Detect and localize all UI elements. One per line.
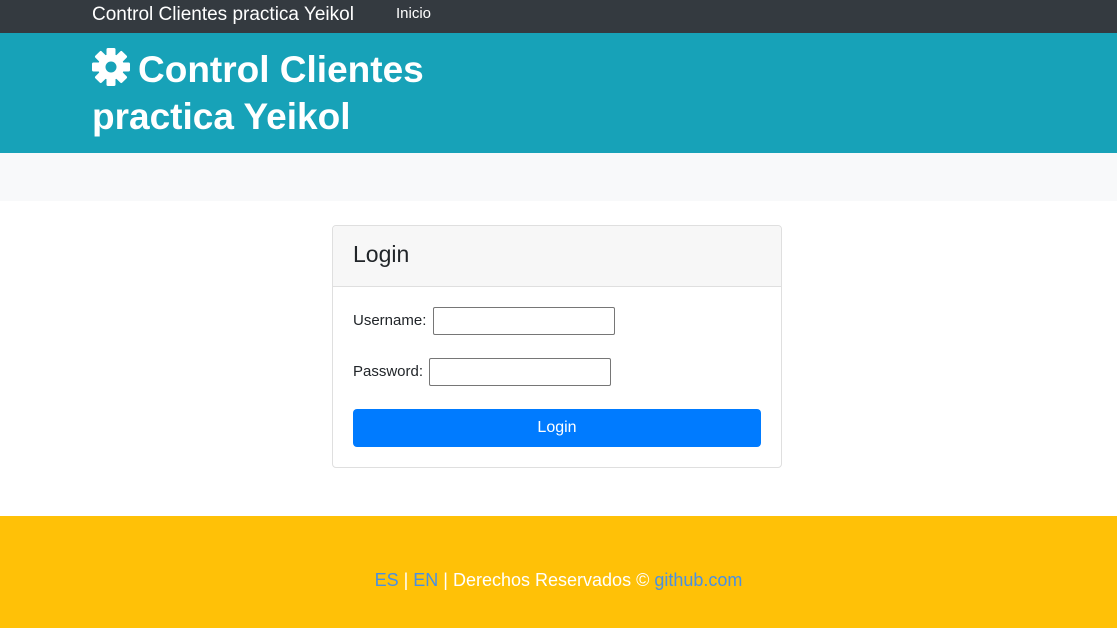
github-link[interactable]: github.com	[654, 570, 742, 590]
username-input[interactable]	[432, 307, 615, 335]
password-row: Password:	[353, 358, 612, 386]
password-input[interactable]	[429, 358, 612, 386]
navbar-brand-link[interactable]: Control Clientes practica Yeikol	[92, 3, 354, 27]
footer-separator: |	[438, 570, 453, 590]
lang-en-link[interactable]: EN	[413, 570, 438, 590]
username-label: Username:	[353, 312, 427, 329]
footer-separator: |	[398, 570, 414, 590]
top-navbar: Control Clientes practica Yeikol Inicio	[0, 0, 1117, 33]
page-title-text: Control Clientes practica Yeikol	[92, 49, 424, 137]
footer: ES | EN | Derechos Reservados © github.c…	[0, 516, 1117, 628]
login-card-header: Login	[333, 226, 781, 287]
login-button[interactable]: Login	[353, 409, 761, 447]
nav-link-inicio[interactable]: Inicio	[396, 5, 431, 23]
password-label: Password:	[353, 363, 424, 380]
login-card: Login Username: Password: Login	[332, 225, 782, 468]
footer-rights: Derechos Reservados ©	[452, 570, 655, 590]
gear-icon	[92, 48, 130, 86]
lang-es-link[interactable]: ES	[375, 570, 399, 590]
hero-banner: Control Clientes practica Yeikol	[0, 33, 1117, 153]
login-card-title: Login	[353, 241, 410, 267]
username-row: Username:	[353, 307, 615, 335]
footer-text: ES | EN | Derechos Reservados © github.c…	[0, 568, 1117, 592]
page-title: Control Clientes practica Yeikol	[92, 46, 472, 140]
light-strip	[0, 153, 1117, 201]
